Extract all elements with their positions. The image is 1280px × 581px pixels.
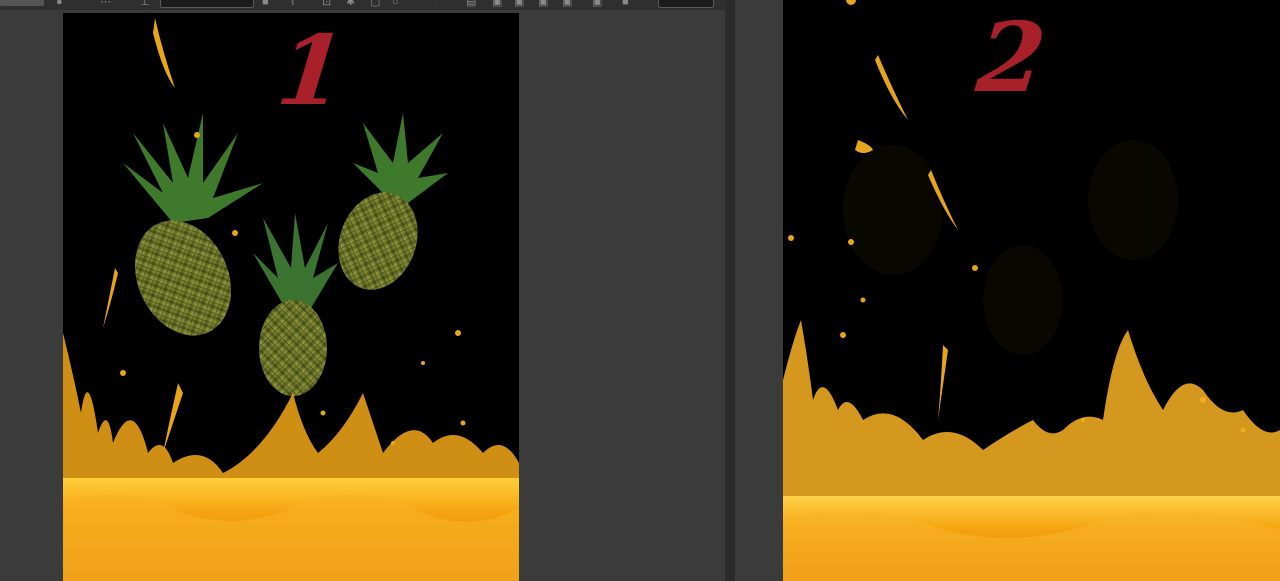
layers-icon[interactable]: ▣ — [538, 0, 548, 8]
pineapple-2 — [253, 213, 338, 396]
toolbar-input[interactable] — [160, 0, 254, 8]
square-icon[interactable]: ■ — [262, 0, 269, 8]
circle-icon[interactable]: ● — [56, 0, 63, 8]
render-label-1: 1 — [272, 14, 351, 127]
toolbar: ● ⋯ ⊥ ■ ⌇ ⊡ ✱ ▢ ○ ⌜⌝ ▤ ▣ ▣ ▣ ▣ ▣ ■ — [0, 0, 725, 10]
stop-icon[interactable]: ■ — [622, 0, 629, 8]
save-icon[interactable]: ▤ — [466, 0, 476, 8]
frame-icon[interactable]: ▢ — [370, 0, 380, 8]
path-icon[interactable]: ⌇ — [290, 0, 295, 8]
bracket-icon[interactable]: ⌜⌝ — [436, 0, 446, 8]
more-icon[interactable]: ⋯ — [100, 0, 111, 8]
render-preview-1: 1 — [63, 13, 519, 581]
toolbar-field[interactable] — [0, 0, 44, 6]
layers-icon[interactable]: ▣ — [514, 0, 524, 8]
layers-icon[interactable]: ▣ — [562, 0, 572, 8]
render-preview-2: 2 — [783, 0, 1280, 581]
panel-divider[interactable] — [725, 0, 735, 581]
pineapple-3 — [338, 113, 448, 290]
transform-icon[interactable]: ⊡ — [322, 0, 331, 8]
toolbar-value-field[interactable] — [658, 0, 714, 8]
circle-outline-icon[interactable]: ○ — [392, 0, 399, 8]
layers-icon[interactable]: ▣ — [592, 0, 602, 8]
ghost-pineapples — [843, 140, 1178, 355]
pineapple-1 — [123, 113, 263, 336]
render-label-2: 2 — [972, 1, 1051, 114]
layers-icon[interactable]: ▣ — [492, 0, 502, 8]
star-icon[interactable]: ✱ — [346, 0, 355, 8]
tool-icon[interactable]: ⊥ — [140, 0, 150, 8]
